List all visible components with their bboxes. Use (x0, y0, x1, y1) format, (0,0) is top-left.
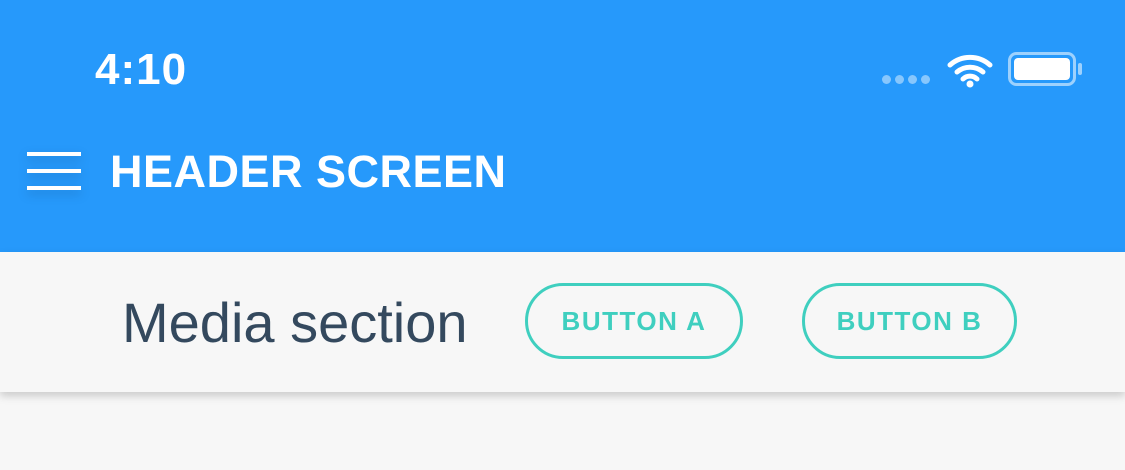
wifi-icon (947, 54, 993, 88)
hamburger-menu-icon[interactable] (27, 152, 81, 190)
media-section-bar: Media section BUTTON A BUTTON B (0, 252, 1125, 392)
signal-dots-icon (882, 75, 930, 85)
status-time: 4:10 (95, 45, 188, 94)
app-screen: 4:10 HEADER SCREEN Media section BUTTON … (0, 0, 1125, 470)
button-b[interactable]: BUTTON B (802, 283, 1017, 359)
app-header: 4:10 HEADER SCREEN (0, 0, 1125, 252)
header-title: HEADER SCREEN (110, 146, 507, 197)
battery-icon (1008, 52, 1082, 86)
media-section-label: Media section (122, 291, 468, 354)
button-a[interactable]: BUTTON A (525, 283, 743, 359)
